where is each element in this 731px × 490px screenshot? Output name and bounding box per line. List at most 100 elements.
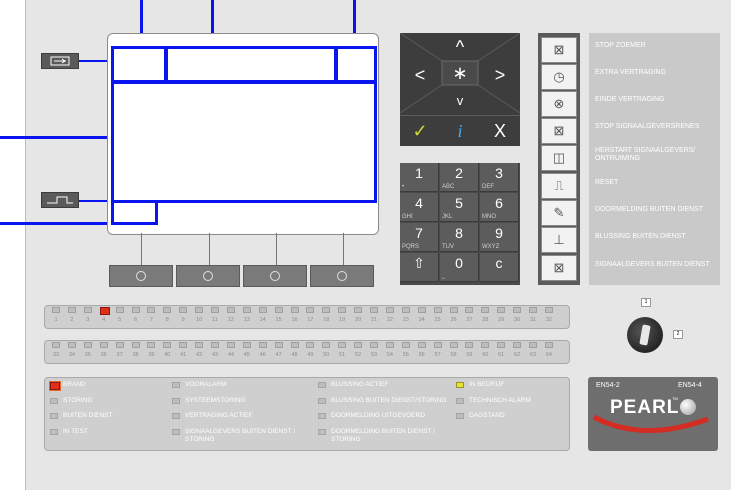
key-1[interactable]: 1 •	[400, 163, 439, 192]
zone-led	[497, 307, 506, 313]
zone-number: 51	[339, 352, 346, 358]
zone-led	[179, 342, 188, 348]
zone-led	[481, 307, 490, 313]
restart-sounders-icon[interactable]: ◫	[541, 145, 577, 171]
stop-sounders-icon[interactable]: ⊠	[541, 118, 577, 144]
zone-led	[449, 307, 458, 313]
navigation-pad: ^ < ∗ > v ✓ i X	[400, 33, 520, 146]
zone-led	[195, 307, 204, 313]
zone-led	[322, 342, 331, 348]
zone-number: 58	[450, 352, 457, 358]
zone-led	[306, 307, 315, 313]
status-led	[172, 382, 180, 388]
zone-number: 55	[402, 352, 409, 358]
zone-number: 60	[482, 352, 489, 358]
key-clear[interactable]: c	[480, 253, 519, 282]
zone-number: 23	[402, 317, 409, 323]
zone-led	[290, 307, 299, 313]
zone-number: 20	[355, 317, 362, 323]
nav-down-button[interactable]: v	[450, 91, 470, 111]
zone-number: 18	[323, 317, 330, 323]
zone-led	[179, 307, 188, 313]
softkey-3[interactable]	[243, 265, 307, 287]
display-footer-left	[111, 200, 158, 225]
sounders-disabled-icon[interactable]: ⊠	[541, 255, 577, 281]
key-5[interactable]: 5 JKL	[440, 193, 479, 222]
softkey-4[interactable]	[310, 265, 374, 287]
key-9[interactable]: 9 WXYZ	[480, 223, 519, 252]
reset-icon[interactable]: ⎍	[541, 173, 577, 199]
pearl-logo: EN54-2 EN54-4 PEARL TM	[588, 377, 718, 451]
key-7[interactable]: 7 PQRS	[400, 223, 439, 252]
key-6[interactable]: 6 MNO	[480, 193, 519, 222]
zone-led	[306, 342, 315, 348]
status-label: BRAND	[63, 381, 86, 388]
key-3[interactable]: 3 DEF	[480, 163, 519, 192]
zone-number: 1	[54, 317, 58, 323]
display-toggle-icon[interactable]	[41, 53, 79, 69]
nav-up-button[interactable]: ^	[450, 37, 470, 57]
key-shift[interactable]: ⇧	[400, 253, 439, 282]
status-label: SYSTEEMSTORING	[185, 397, 246, 404]
status-label: BUITEN DIENST	[63, 412, 113, 419]
key-8[interactable]: 8 TUV	[440, 223, 479, 252]
zone-led	[147, 342, 156, 348]
key-2[interactable]: 2 ABC	[440, 163, 479, 192]
zone-led	[354, 307, 363, 313]
zone-number: 29	[498, 317, 505, 323]
status-led	[50, 398, 58, 404]
zone-number: 32	[545, 317, 552, 323]
zone-led	[290, 342, 299, 348]
function-label: RESET	[595, 179, 619, 186]
zone-led	[83, 342, 92, 348]
zone-led	[497, 342, 506, 348]
zone-led	[529, 307, 537, 313]
nav-left-button[interactable]: <	[410, 65, 430, 85]
zone-led	[465, 342, 474, 348]
key-switch[interactable]	[627, 317, 663, 353]
function-label: STOP SIGNAALGEVERSRENES	[595, 123, 700, 130]
zone-number: 6	[133, 317, 138, 323]
zone-led	[211, 342, 219, 348]
zone-number: 54	[386, 352, 393, 358]
zone-led	[338, 307, 347, 313]
zone-led	[131, 307, 140, 313]
function-label: HERSTART SIGNAALGEVERS/ ONTRUIMING	[595, 147, 696, 162]
zone-led	[67, 307, 76, 313]
status-led	[456, 382, 464, 388]
nav-center-button[interactable]: ∗	[450, 63, 470, 83]
status-label: VERTRAGING ACTIEF	[185, 412, 253, 419]
scroll-toggle-icon[interactable]	[41, 192, 79, 208]
zone-led	[274, 307, 283, 313]
zone-number: 10	[196, 317, 203, 323]
zone-led	[370, 307, 378, 313]
extra-delay-icon[interactable]: ◷	[541, 64, 577, 90]
zone-led	[242, 307, 251, 313]
status-label: IN BEDRIJF	[469, 381, 505, 388]
end-delay-icon[interactable]: ⊗	[541, 91, 577, 117]
zone-led	[147, 307, 156, 313]
zone-number: 36	[100, 352, 107, 358]
zone-led	[258, 307, 267, 313]
cancel-button[interactable]: X	[486, 121, 514, 141]
softkey-1[interactable]	[109, 265, 173, 287]
extinguishing-disabled-icon[interactable]: ⊥	[541, 227, 577, 253]
zone-number: 16	[291, 317, 298, 323]
function-label: EXTRA VERTRAGING	[595, 69, 667, 76]
info-button[interactable]: i	[446, 121, 474, 141]
stop-buzzer-icon[interactable]: ⊠	[541, 37, 577, 63]
key-0[interactable]: 0 ⎵	[440, 253, 479, 282]
zone-led	[99, 342, 108, 348]
zone-led	[481, 342, 490, 348]
zone-led	[52, 307, 60, 313]
key-4[interactable]: 4 GHI	[400, 193, 439, 222]
standard-label-right: EN54-4	[678, 382, 702, 389]
nav-right-button[interactable]: >	[490, 65, 510, 85]
zone-led	[354, 342, 363, 348]
zone-led	[433, 307, 442, 313]
ok-button[interactable]: ✓	[406, 121, 434, 141]
softkey-2[interactable]	[176, 265, 240, 287]
zone-led	[258, 342, 267, 348]
transmission-disabled-icon[interactable]: ✎	[541, 200, 577, 226]
zone-number: 13	[243, 317, 250, 323]
